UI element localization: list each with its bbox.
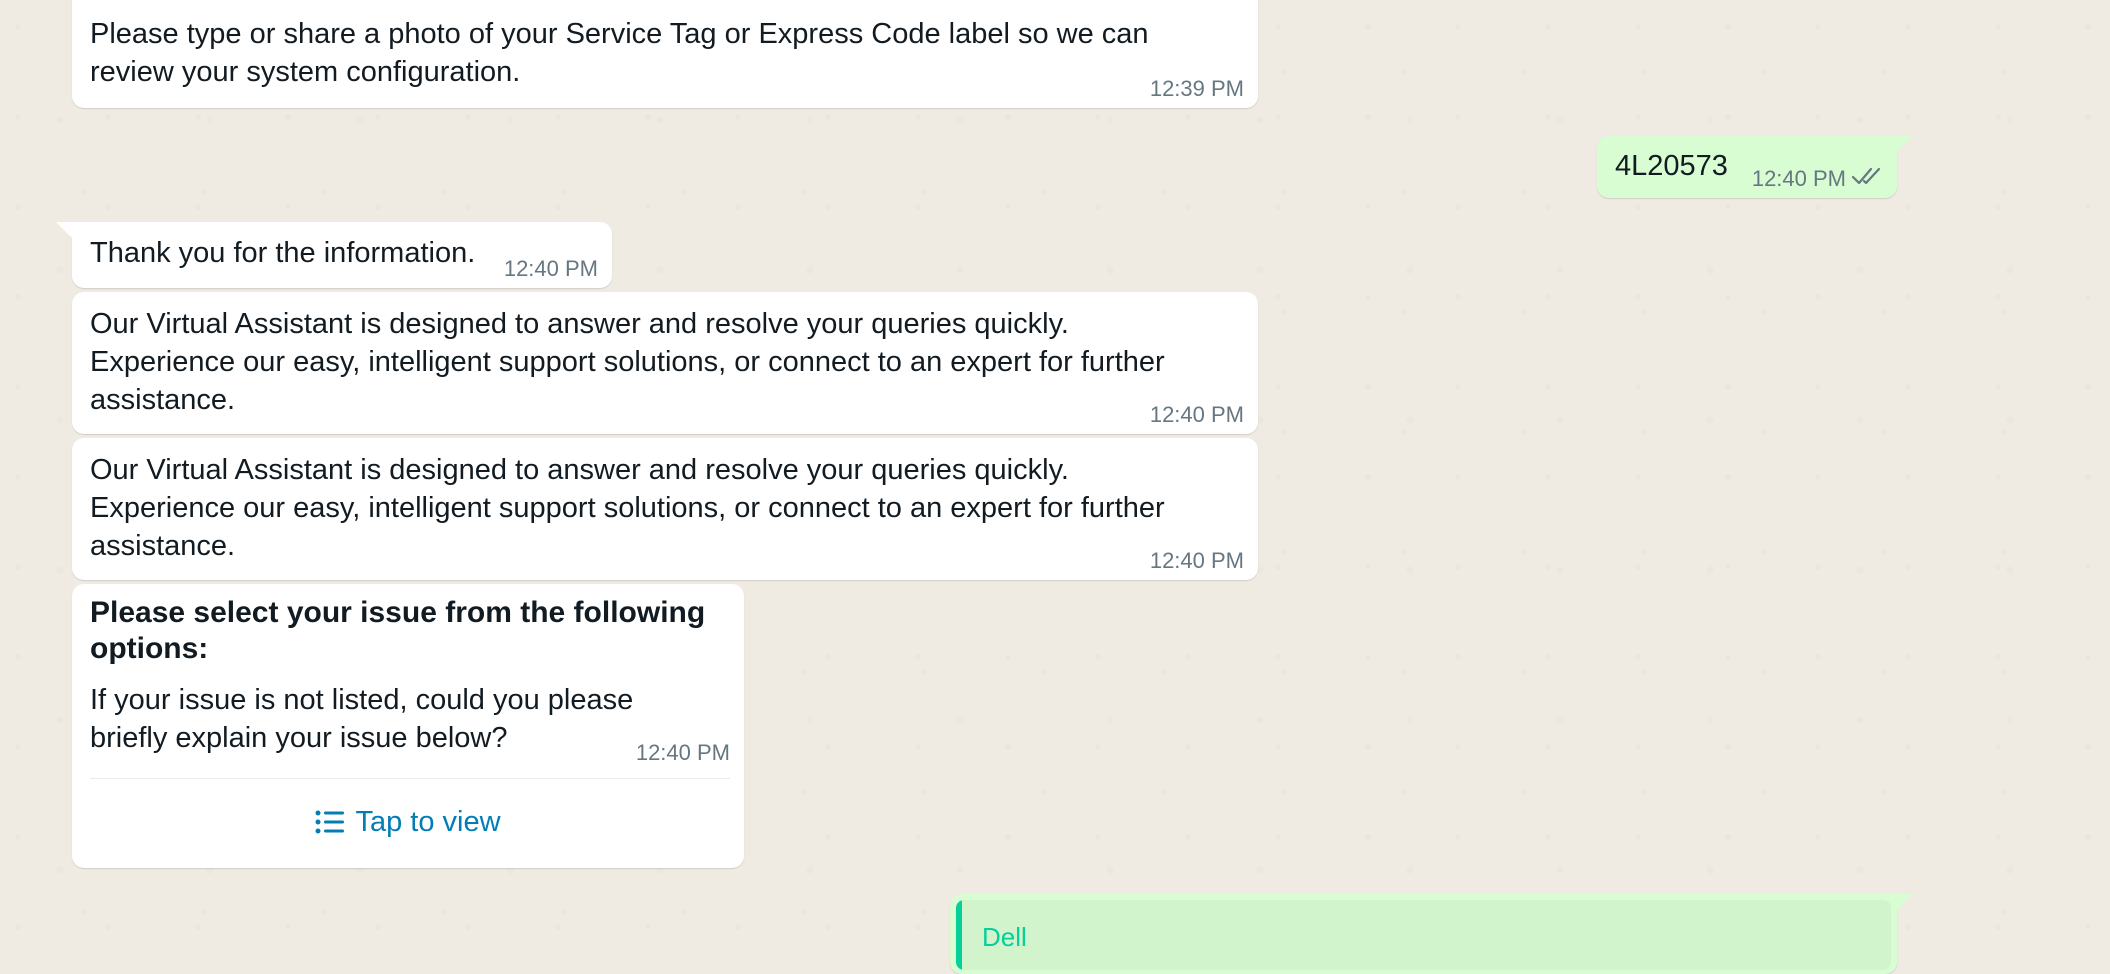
bubble-tail: [1897, 894, 1913, 910]
message-bubble-incoming[interactable]: Our Virtual Assistant is designed to ans…: [72, 438, 1258, 580]
message-timestamp: 12:40 PM: [1751, 166, 1846, 191]
tap-to-view-button[interactable]: Tap to view: [72, 780, 744, 864]
bubble-tail: [56, 222, 72, 238]
message-text: Please type or share a photo of your Ser…: [90, 18, 1149, 88]
quoted-author-name: Dell: [982, 922, 1027, 952]
message-timestamp: 12:40 PM: [503, 256, 598, 281]
message-text: Our Virtual Assistant is designed to ans…: [90, 308, 1165, 416]
divider: [90, 778, 730, 779]
quote-accent-bar: [956, 900, 962, 970]
message-timestamp: 12:40 PM: [635, 740, 730, 765]
message-text: Our Virtual Assistant is designed to ans…: [90, 454, 1165, 562]
message-bubble-incoming[interactable]: Our Virtual Assistant is designed to ans…: [72, 292, 1258, 434]
chat-message-area[interactable]: Please type or share a photo of your Ser…: [0, 0, 2110, 974]
message-text: Thank you for the information.: [90, 237, 476, 269]
tap-to-view-label: Tap to view: [355, 806, 501, 838]
message-bubble-incoming[interactable]: Please type or share a photo of your Ser…: [72, 0, 1258, 108]
double-check-read-icon: [1851, 167, 1881, 185]
message-timestamp: 12:39 PM: [1149, 76, 1244, 101]
message-timestamp: 12:40 PM: [1149, 548, 1244, 573]
message-bubble-incoming[interactable]: Thank you for the information. 12:40 PM: [72, 222, 612, 288]
list-icon: [315, 810, 345, 834]
list-message-title: Please select your issue from the follow…: [90, 596, 706, 665]
message-text: 4L20573: [1615, 150, 1728, 182]
quoted-message[interactable]: Dell: [956, 900, 1891, 970]
message-text: If your issue is not listed, could you p…: [90, 684, 634, 754]
message-bubble-outgoing[interactable]: Dell: [950, 894, 1897, 974]
bubble-tail: [1897, 136, 1913, 152]
message-bubble-outgoing[interactable]: 4L20573 12:40 PM: [1597, 136, 1897, 198]
list-message-bubble[interactable]: Please select your issue from the follow…: [72, 584, 744, 868]
message-timestamp: 12:40 PM: [1149, 402, 1244, 427]
